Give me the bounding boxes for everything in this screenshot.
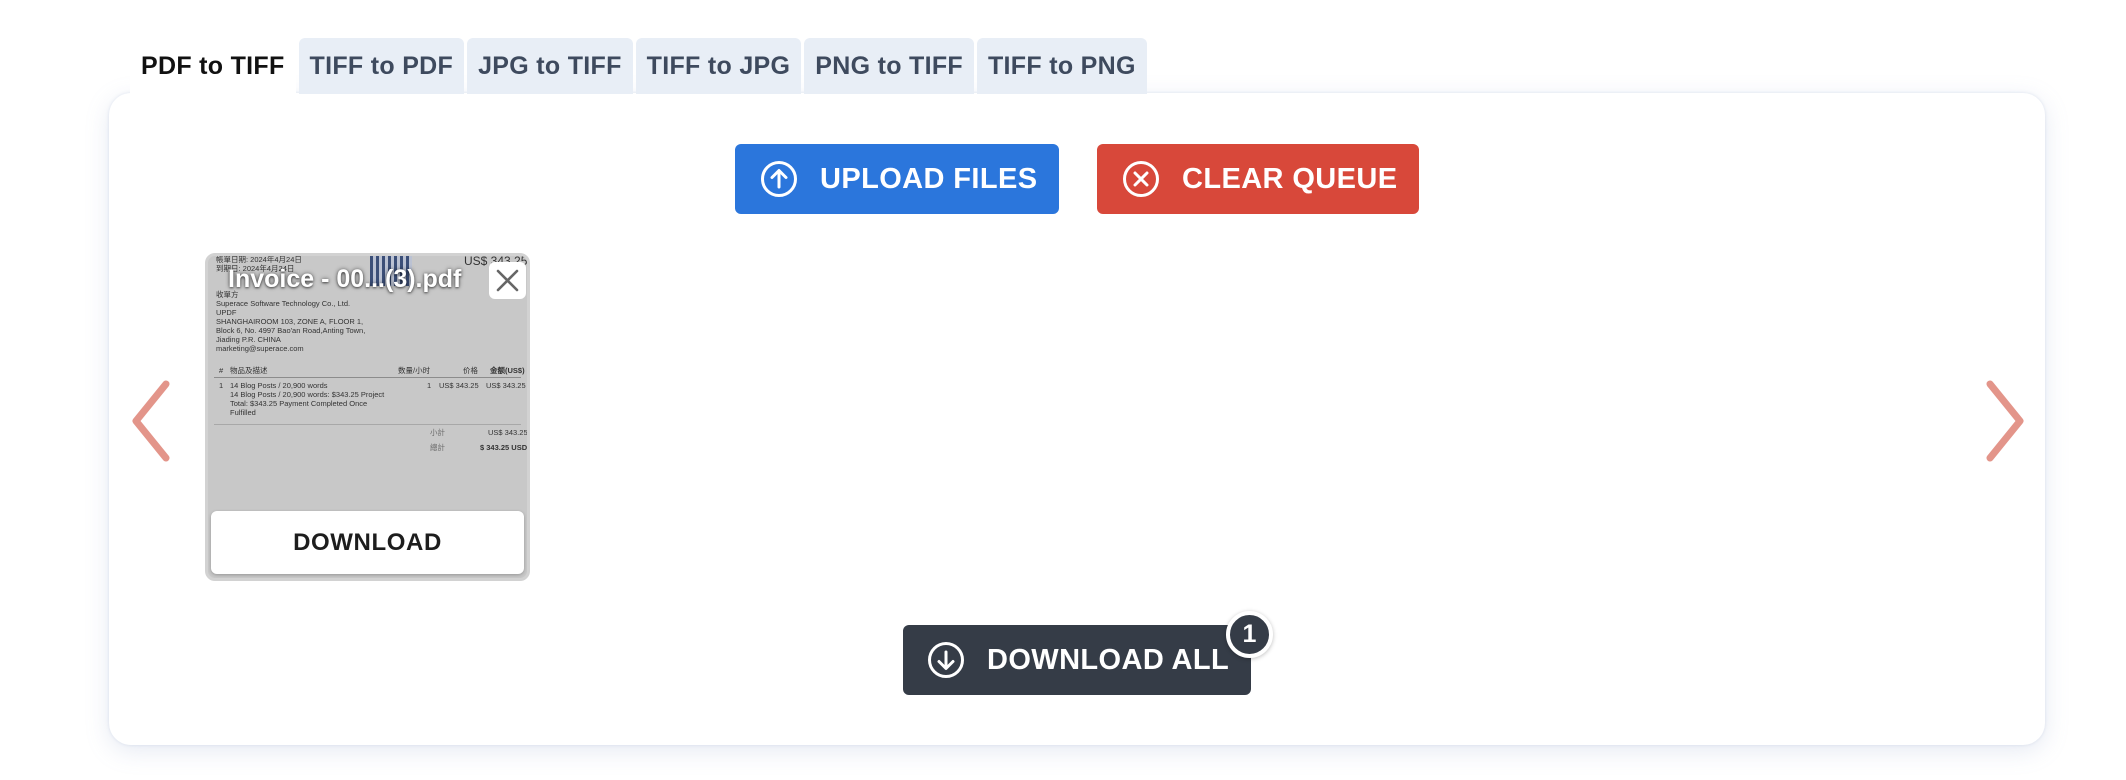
preview-total-value: $ 343.25 USD (480, 443, 528, 452)
converter-tabs: PDF to TIFF TIFF to PDF JPG to TIFF TIFF… (130, 38, 1147, 94)
preview-row-desc-1: 14 Blog Posts / 20,900 words (230, 381, 328, 390)
preview-col-price: 价格 (463, 366, 478, 375)
tab-tiff-to-pdf[interactable]: TIFF to PDF (298, 38, 465, 94)
upload-files-label: UPLOAD FILES (820, 162, 1038, 195)
preview-product: UPDF (216, 308, 237, 317)
preview-row-desc-3: Total: $343.25 Payment Completed Once (230, 399, 368, 408)
preview-row-amount: US$ 343.25 (486, 381, 526, 390)
clear-queue-label: CLEAR QUEUE (1182, 162, 1398, 195)
x-circle-icon (1123, 161, 1159, 197)
preview-table-rule (214, 377, 521, 378)
remove-file-button[interactable] (489, 262, 526, 299)
clear-queue-button[interactable]: CLEAR QUEUE (1097, 144, 1419, 214)
preview-subtotal-label: 小計 (430, 428, 445, 437)
preview-company: Superace Software Technology Co., Ltd. (216, 299, 351, 308)
download-all-label: DOWNLOAD ALL (987, 643, 1230, 676)
preview-row-desc-4: Fulfilled (230, 408, 256, 417)
chevron-right-icon[interactable] (1980, 378, 2028, 464)
preview-row-desc-2: 14 Blog Posts / 20,900 words: $343.25 Pr… (230, 390, 385, 399)
preview-subtotal-value: US$ 343.25 (488, 428, 528, 437)
download-file-button[interactable]: DOWNLOAD (211, 511, 524, 574)
preview-issue-date: 帳單日期: 2024年4月24日 (216, 255, 302, 264)
preview-col-item: 物品及描述 (230, 366, 268, 375)
preview-address-1: SHANGHAIROOM 103, ZONE A, FLOOR 1, (216, 317, 364, 326)
preview-col-no: # (219, 366, 224, 375)
tab-tiff-to-jpg[interactable]: TIFF to JPG (635, 38, 802, 94)
preview-address-2: Block 6, No. 4997 Bao'an Road,Anting Tow… (216, 326, 366, 335)
tab-png-to-tiff[interactable]: PNG to TIFF (804, 38, 974, 94)
tab-jpg-to-tiff[interactable]: JPG to TIFF (467, 38, 633, 94)
download-all-button[interactable]: DOWNLOAD ALL (903, 625, 1251, 695)
tab-tiff-to-png[interactable]: TIFF to PNG (976, 38, 1147, 94)
preview-row-no: 1 (219, 381, 224, 390)
arrow-down-circle-icon (928, 642, 964, 678)
preview-col-amount: 金额(US$) (490, 366, 525, 375)
close-icon (496, 269, 519, 292)
tab-pdf-to-tiff[interactable]: PDF to TIFF (130, 38, 296, 94)
arrow-up-circle-icon (761, 161, 797, 197)
upload-files-button[interactable]: UPLOAD FILES (735, 144, 1059, 214)
preview-row-price: US$ 343.25 (439, 381, 479, 390)
chevron-left-icon[interactable] (128, 378, 176, 464)
file-card: 帳單日期: 2024年4月24日 到期日: 2024年4月24日 US$ 343… (205, 253, 530, 581)
preview-total-label: 總計 (430, 443, 445, 452)
preview-address-3: Jiading P.R. CHINA (216, 335, 281, 344)
preview-email: marketing@superace.com (216, 344, 304, 353)
file-count-badge: 1 (1226, 611, 1273, 658)
file-name: Invoice - 00...(3).pdf (228, 265, 462, 293)
preview-col-qty: 数量/小时 (398, 366, 431, 375)
preview-row-qty: 1 (427, 381, 432, 390)
preview-total-rule (214, 424, 521, 425)
